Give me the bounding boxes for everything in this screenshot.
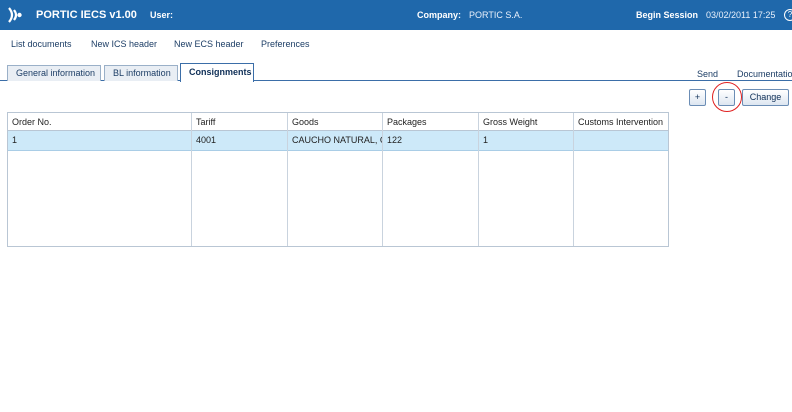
column-divider (382, 113, 383, 246)
column-header-customs-intervention[interactable]: Customs Intervention (574, 113, 668, 130)
tab-consignments[interactable]: Consignments (180, 63, 254, 82)
session-value: 03/02/2011 17:25 (706, 10, 776, 20)
cell-order-no: 1 (12, 135, 18, 145)
company-label: Company: (417, 10, 462, 20)
tab-general-information[interactable]: General information (7, 65, 101, 81)
column-divider (573, 113, 574, 246)
cell-customs-intervention (574, 131, 668, 150)
column-header-gross-weight[interactable]: Gross Weight (479, 113, 573, 130)
tab-bar: General information BL information Consi… (0, 63, 792, 82)
add-consignment-button[interactable]: + (689, 89, 706, 106)
column-divider (191, 113, 192, 246)
cell-packages: 122 (387, 135, 403, 145)
table-row[interactable]: 1 4001 CAUCHO NATURAL, CI 122 1 (8, 131, 668, 151)
menu-list-documents[interactable]: List documents (11, 39, 72, 49)
menu-new-ics-header[interactable]: New ICS header (91, 39, 157, 49)
column-header-tariff[interactable]: Tariff (192, 113, 287, 130)
column-header-packages[interactable]: Packages (383, 113, 478, 130)
table-header: Order No. Tariff Goods Packages Gross We… (8, 113, 668, 131)
app-header: PORTIC IECS v1.00 User: Company: PORTIC … (0, 0, 792, 30)
cell-gross-weight: 1 (483, 135, 489, 145)
company-value: PORTIC S.A. (469, 10, 523, 20)
portic-logo-icon (8, 7, 22, 23)
menu-new-ecs-header[interactable]: New ECS header (174, 39, 244, 49)
help-icon[interactable]: ? (784, 9, 792, 21)
session-label: Begin Session (636, 10, 699, 20)
send-link[interactable]: Send (697, 69, 718, 79)
column-divider (478, 113, 479, 246)
top-menu: List documents New ICS header New ECS he… (0, 39, 792, 53)
consignments-table: Order No. Tariff Goods Packages Gross We… (7, 112, 669, 247)
documentation-link[interactable]: Documentation (737, 69, 792, 79)
remove-consignment-button[interactable]: - (718, 89, 735, 106)
cell-tariff: 4001 (196, 135, 217, 145)
user-label: User: (150, 10, 174, 20)
change-consignment-button[interactable]: Change (742, 89, 789, 106)
column-header-order-no[interactable]: Order No. (8, 113, 191, 130)
app-title: PORTIC IECS v1.00 (36, 9, 137, 21)
cell-goods: CAUCHO NATURAL, CI (292, 135, 382, 145)
tab-bl-information[interactable]: BL information (104, 65, 178, 81)
column-header-goods[interactable]: Goods (288, 113, 382, 130)
column-divider (287, 113, 288, 246)
menu-preferences[interactable]: Preferences (261, 39, 310, 49)
